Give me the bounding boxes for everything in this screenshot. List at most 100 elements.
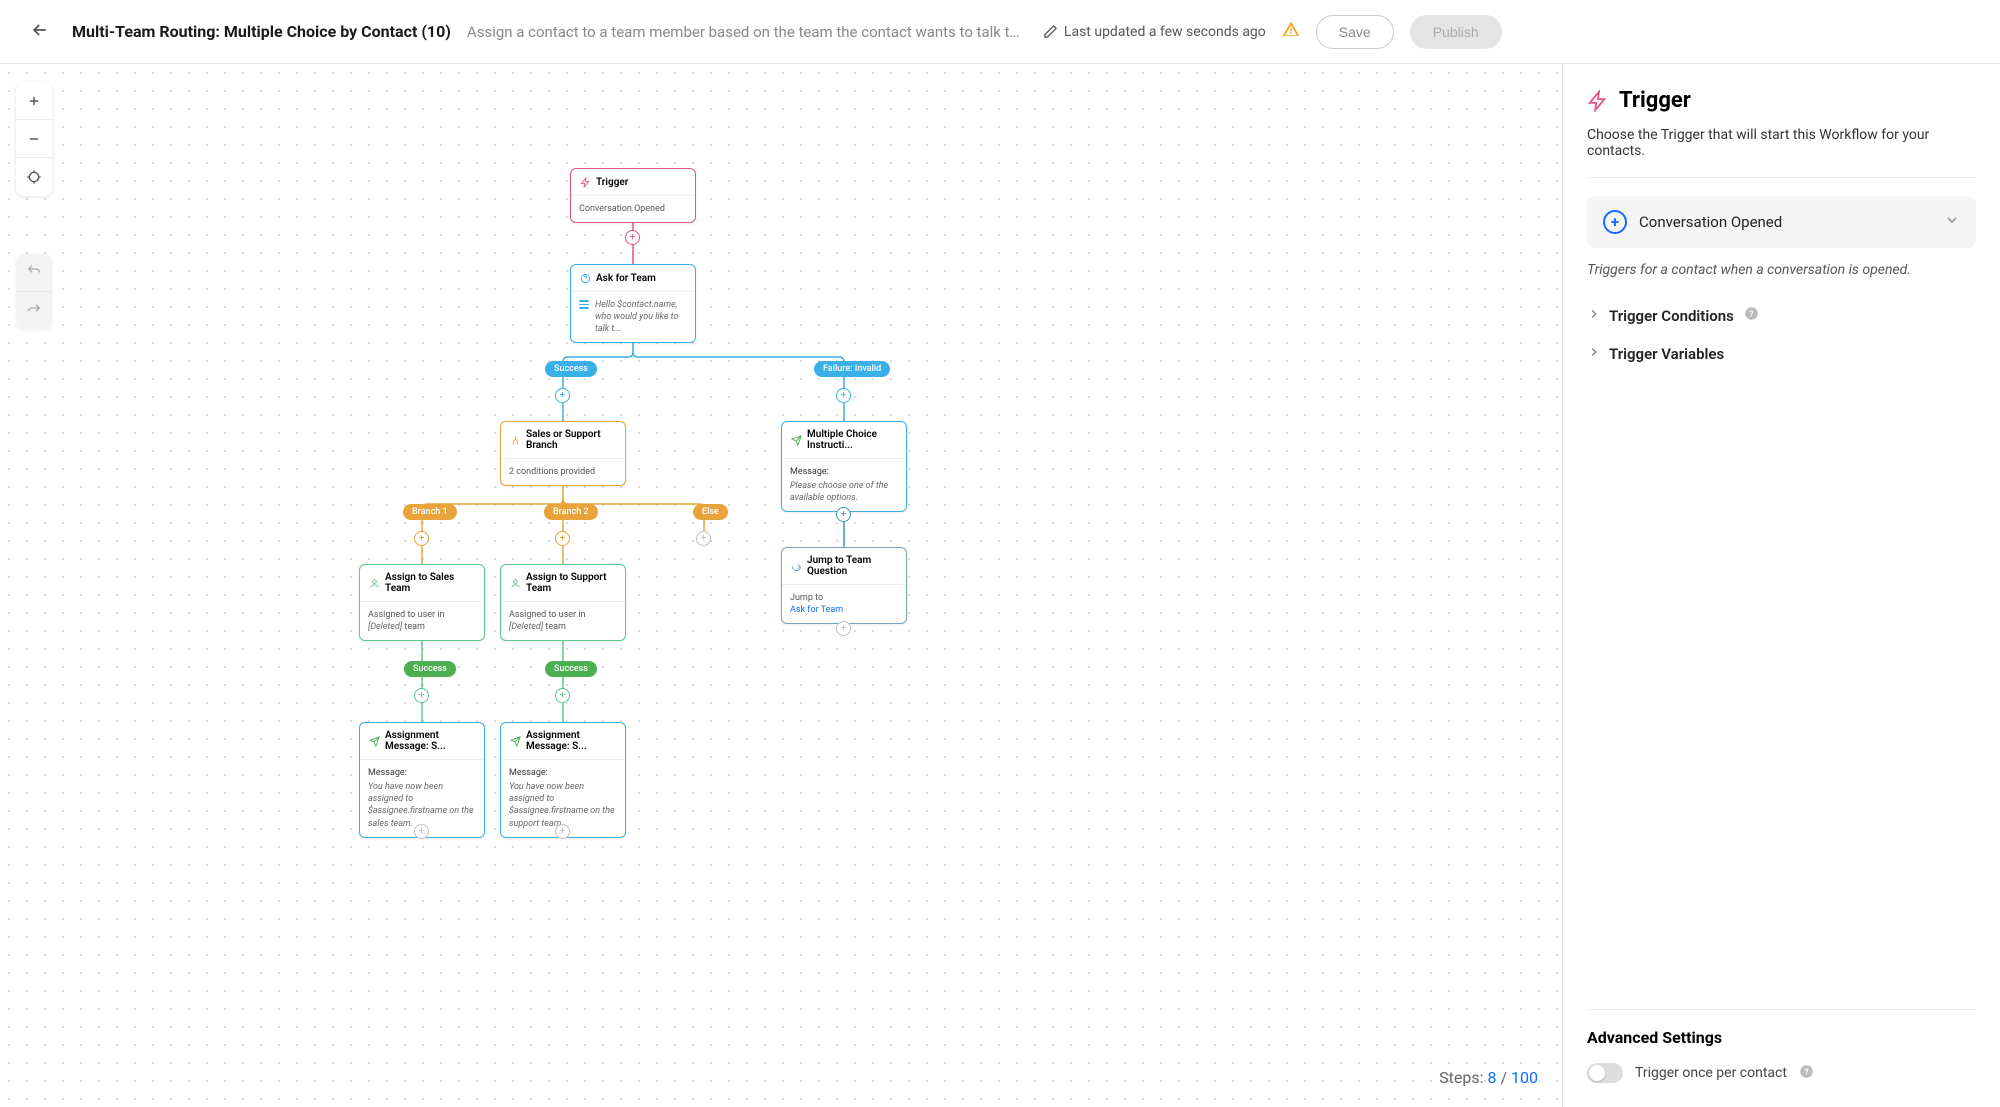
- sidebar-title-row: Trigger: [1587, 88, 1976, 113]
- bolt-icon: [1587, 90, 1609, 112]
- node-jump-body: Jump to Ask for Team: [782, 585, 906, 623]
- node-jump-body-target: Ask for Team: [790, 604, 898, 616]
- question-icon: [579, 272, 591, 284]
- toggle-once-per-contact[interactable]: [1587, 1063, 1623, 1083]
- add-after-jump[interactable]: +: [836, 621, 851, 636]
- pill-failure: Failure: Invalid: [814, 361, 890, 377]
- flow: Trigger Conversation Opened + Ask for Te…: [0, 64, 1562, 1107]
- node-jump[interactable]: Jump to Team Question Jump to Ask for Te…: [781, 547, 907, 624]
- node-msg-sales-label: Assignment Message: S...: [385, 730, 476, 752]
- advanced-settings: Advanced Settings Trigger once per conta…: [1587, 1009, 1976, 1083]
- divider: [1587, 177, 1976, 178]
- svg-text:?: ?: [1804, 1066, 1808, 1076]
- node-ask-label: Ask for Team: [596, 273, 656, 284]
- node-assign-sales-label: Assign to Sales Team: [385, 572, 476, 594]
- bolt-icon: [579, 176, 591, 188]
- last-updated[interactable]: Last updated a few seconds ago: [1043, 24, 1266, 40]
- sidebar-desc: Choose the Trigger that will start this …: [1587, 127, 1976, 159]
- conversation-opened-icon: +: [1603, 210, 1627, 234]
- node-mc-label: Multiple Choice Instructi...: [807, 429, 898, 451]
- node-msg-support-msg: You have now been assigned to $assignee.…: [509, 781, 617, 830]
- node-msg-support-label: Assignment Message: S...: [526, 730, 617, 752]
- message-lines-icon: [579, 300, 589, 311]
- trigger-conditions-row[interactable]: Trigger Conditions ?: [1587, 296, 1976, 335]
- node-assign-sales[interactable]: Assign to Sales Team Assigned to user in…: [359, 564, 485, 641]
- node-assign-support[interactable]: Assign to Support Team Assigned to user …: [500, 564, 626, 641]
- warning-icon[interactable]: [1282, 20, 1300, 43]
- node-ask-body: Hello $contact.name, who would you like …: [595, 299, 687, 335]
- advanced-settings-title: Advanced Settings: [1587, 1009, 1976, 1047]
- node-trigger-body: Conversation Opened: [571, 196, 695, 222]
- help-icon[interactable]: ?: [1744, 306, 1759, 325]
- help-icon[interactable]: ?: [1799, 1064, 1814, 1083]
- pill-branch2: Branch 2: [544, 504, 598, 520]
- publish-button[interactable]: Publish: [1410, 15, 1502, 49]
- node-branch[interactable]: Sales or Support Branch 2 conditions pro…: [500, 421, 626, 486]
- node-trigger-label: Trigger: [596, 177, 628, 188]
- add-success1[interactable]: +: [414, 688, 429, 703]
- trigger-select-label: Conversation Opened: [1639, 213, 1932, 231]
- node-msg-support[interactable]: Assignment Message: S... Message: You ha…: [500, 722, 626, 838]
- pill-ok1: Success: [404, 661, 456, 677]
- toggle-once-label: Trigger once per contact: [1635, 1065, 1787, 1081]
- add-branch2[interactable]: +: [555, 531, 570, 546]
- pill-branch1: Branch 1: [403, 504, 457, 520]
- trigger-select-desc: Triggers for a contact when a conversati…: [1587, 262, 1976, 278]
- back-button[interactable]: [24, 14, 56, 49]
- node-jump-label: Jump to Team Question: [807, 555, 898, 577]
- chevron-right-icon: [1587, 345, 1601, 363]
- node-assign-sales-body: Assigned to user in [Deleted] team: [360, 602, 484, 640]
- node-mc-msg-label: Message:: [790, 466, 898, 478]
- node-branch-label: Sales or Support Branch: [526, 429, 617, 451]
- trigger-select[interactable]: + Conversation Opened: [1587, 196, 1976, 248]
- steps-counter: Steps: 8 / 100: [1439, 1068, 1538, 1087]
- node-assign-support-label: Assign to Support Team: [526, 572, 617, 594]
- add-after-trigger[interactable]: +: [625, 230, 640, 245]
- add-success2[interactable]: +: [555, 688, 570, 703]
- arrow-left-icon: [30, 20, 50, 40]
- send-icon: [790, 434, 802, 446]
- workflow-canvas[interactable]: Trigger Conversation Opened + Ask for Te…: [0, 64, 1562, 1107]
- node-branch-body: 2 conditions provided: [501, 459, 625, 485]
- add-else[interactable]: +: [696, 531, 711, 546]
- add-branch1[interactable]: +: [414, 531, 429, 546]
- page-title: Multi-Team Routing: Multiple Choice by C…: [72, 22, 451, 41]
- node-assign-support-body: Assigned to user in [Deleted] team: [501, 602, 625, 640]
- chevron-down-icon: [1944, 212, 1960, 232]
- add-success-path[interactable]: +: [555, 388, 570, 403]
- last-updated-text: Last updated a few seconds ago: [1064, 24, 1266, 40]
- add-failure-path[interactable]: +: [836, 388, 851, 403]
- user-icon: [509, 577, 521, 589]
- branch-icon: [509, 434, 521, 446]
- svg-text:?: ?: [1749, 309, 1753, 319]
- node-mc-msg: Please choose one of the available optio…: [790, 480, 898, 504]
- sidebar: Trigger Choose the Trigger that will sta…: [1562, 64, 2000, 1107]
- node-msg-sales-msg: You have now been assigned to $assignee.…: [368, 781, 476, 830]
- node-jump-body-label: Jump to: [790, 592, 898, 604]
- save-button[interactable]: Save: [1316, 15, 1394, 49]
- send-icon: [509, 735, 521, 747]
- trigger-conditions-label: Trigger Conditions: [1609, 307, 1734, 325]
- page-description: Assign a contact to a team member based …: [467, 23, 1027, 41]
- add-after-mc[interactable]: +: [836, 507, 851, 522]
- send-icon: [368, 735, 380, 747]
- user-icon: [368, 577, 380, 589]
- header: Multi-Team Routing: Multiple Choice by C…: [0, 0, 2000, 64]
- node-ask[interactable]: Ask for Team Hello $contact.name, who wo…: [570, 264, 696, 343]
- chevron-right-icon: [1587, 307, 1601, 325]
- sidebar-title: Trigger: [1619, 88, 1691, 113]
- trigger-variables-row[interactable]: Trigger Variables: [1587, 335, 1976, 373]
- add-after-msg-sales[interactable]: +: [414, 824, 429, 839]
- node-trigger[interactable]: Trigger Conversation Opened: [570, 168, 696, 223]
- pencil-icon: [1043, 24, 1058, 39]
- main: Trigger Conversation Opened + Ask for Te…: [0, 64, 2000, 1107]
- trigger-variables-label: Trigger Variables: [1609, 345, 1724, 363]
- node-msg-support-msglabel: Message:: [509, 767, 617, 779]
- jump-icon: [790, 560, 802, 572]
- node-msg-sales-msglabel: Message:: [368, 767, 476, 779]
- toggle-once-row: Trigger once per contact ?: [1587, 1063, 1976, 1083]
- node-multiple-choice[interactable]: Multiple Choice Instructi... Message: Pl…: [781, 421, 907, 512]
- node-msg-sales[interactable]: Assignment Message: S... Message: You ha…: [359, 722, 485, 838]
- add-after-msg-support[interactable]: +: [555, 824, 570, 839]
- pill-ok2: Success: [545, 661, 597, 677]
